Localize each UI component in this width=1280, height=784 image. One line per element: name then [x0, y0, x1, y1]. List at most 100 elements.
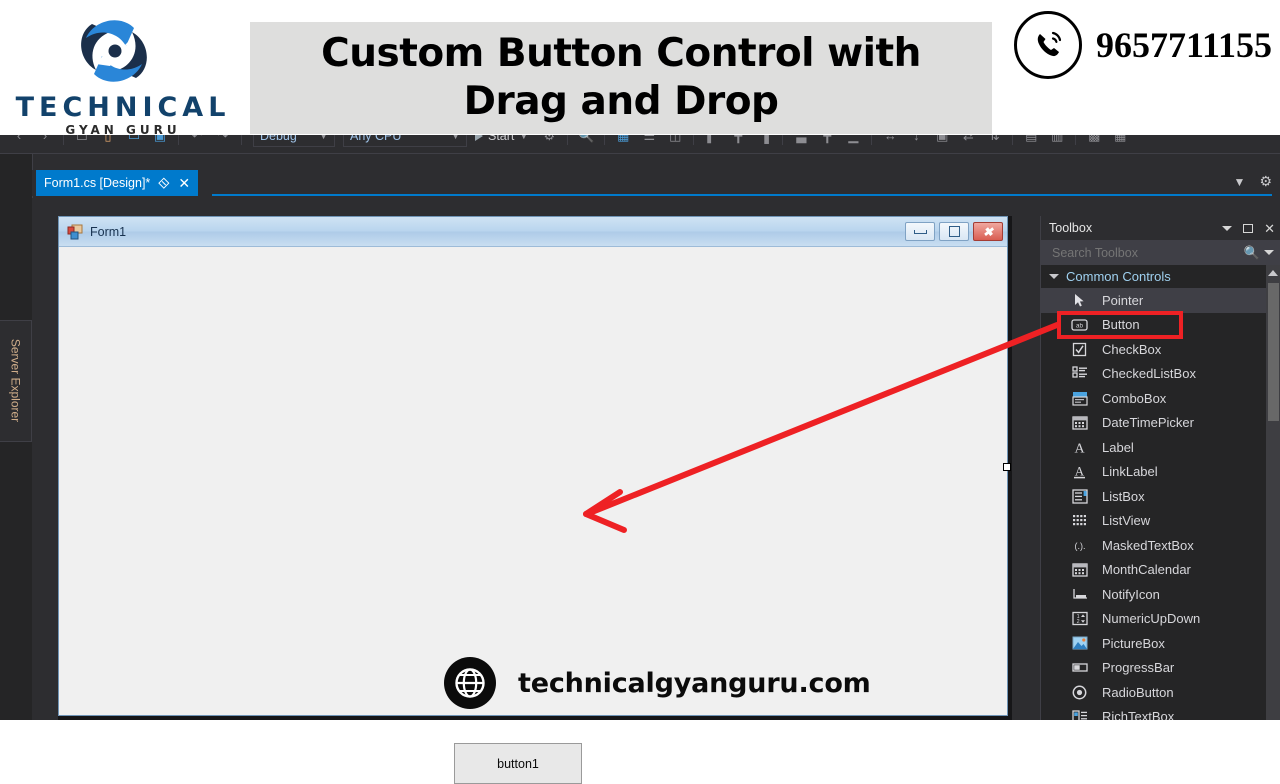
- radiobutton-icon: [1071, 684, 1088, 701]
- chevron-down-icon[interactable]: ▼: [1234, 175, 1246, 189]
- left-dock-strip: Server Explorer: [0, 154, 33, 720]
- watermark-text: technicalgyanguru.com: [518, 667, 871, 699]
- toolbox-item-label: NotifyIcon: [1102, 586, 1160, 602]
- toolbox-item-combobox[interactable]: ComboBox: [1041, 386, 1280, 411]
- combobox-icon: [1071, 390, 1088, 407]
- toolbox-item-label[interactable]: A Label: [1041, 435, 1280, 460]
- toolbox-item-numericupdown[interactable]: 1 2 NumericUpDown: [1041, 607, 1280, 632]
- toolbox-search-bar[interactable]: 🔍: [1041, 240, 1280, 265]
- maximize-icon[interactable]: [939, 222, 969, 241]
- svg-text:(.).: (.).: [1074, 541, 1085, 551]
- toolbox-scrollbar[interactable]: [1266, 265, 1280, 720]
- toolbox-item-picturebox[interactable]: PictureBox: [1041, 631, 1280, 656]
- magnifier-icon[interactable]: 🔍: [1244, 245, 1260, 261]
- editor-tabbar: Form1.cs [Design]* ⊟ ✕ ▼ ⚙: [32, 170, 1280, 196]
- phone-number: 9657711155: [1096, 25, 1273, 65]
- toolbox-item-label: ProgressBar: [1102, 660, 1175, 676]
- toolbox-item-label: MonthCalendar: [1102, 562, 1191, 578]
- toolbox-item-label: ListBox: [1102, 488, 1145, 504]
- atom-swirl-logo-icon: [66, 8, 162, 94]
- close-icon[interactable]: ✕: [178, 176, 190, 190]
- designer-surface[interactable]: Form1 ✖ button1: [32, 198, 1040, 784]
- listbox-icon: [1071, 488, 1088, 505]
- listview-icon: [1071, 512, 1088, 529]
- close-icon[interactable]: ✕: [1264, 222, 1275, 235]
- page-title: Custom Button Control with Drag and Drop: [321, 31, 921, 124]
- checkedlistbox-icon: [1071, 365, 1088, 382]
- linklabel-icon: A: [1071, 463, 1088, 480]
- tab-form1-designer[interactable]: Form1.cs [Design]* ⊟ ✕: [36, 170, 199, 196]
- sidebar-item-server-explorer[interactable]: Server Explorer: [0, 320, 32, 442]
- toolbox-item-pointer[interactable]: Pointer: [1041, 288, 1280, 313]
- brand-logo: TECHNICAL GYAN GURU: [8, 6, 238, 136]
- annotation-highlight-button: [1057, 311, 1183, 339]
- toolbox-item-label: LinkLabel: [1102, 464, 1158, 480]
- form-window-buttons: ✖: [905, 222, 1003, 241]
- toolbox-item-label: Label: [1102, 439, 1134, 455]
- svg-text:A: A: [1074, 441, 1085, 454]
- float-window-icon[interactable]: [1243, 223, 1254, 233]
- toolbox-group-common-controls[interactable]: Common Controls: [1041, 265, 1280, 288]
- toolbox-item-linklabel[interactable]: A LinkLabel: [1041, 460, 1280, 485]
- svg-text:A: A: [1075, 464, 1085, 478]
- scroll-up-icon[interactable]: [1268, 270, 1278, 276]
- form-resize-handle-right[interactable]: [1003, 463, 1011, 471]
- toolbox-header-actions: ✕: [1222, 222, 1275, 235]
- form-designer-window[interactable]: Form1 ✖ button1: [58, 216, 1011, 784]
- chevron-down-icon[interactable]: [1264, 250, 1274, 255]
- phone-call-icon: [1014, 11, 1082, 79]
- globe-icon: [444, 657, 496, 709]
- group-expand-icon: [1049, 274, 1059, 279]
- logo-wordmark: TECHNICAL: [15, 92, 231, 123]
- toolbox-item-label: DateTimePicker: [1102, 415, 1194, 431]
- toolbox-item-notifyicon[interactable]: NotifyIcon: [1041, 582, 1280, 607]
- form-client-area[interactable]: button1: [59, 247, 1007, 784]
- toolbox-panel: Toolbox ✕ 🔍 Common Controls PointerabBut…: [1040, 216, 1280, 720]
- search-input[interactable]: [1050, 244, 1234, 261]
- tab-underline: [212, 194, 1272, 196]
- toolbox-item-checkedlistbox[interactable]: CheckedListBox: [1041, 362, 1280, 387]
- scrollbar-thumb[interactable]: [1268, 283, 1279, 421]
- toolbox-item-label: NumericUpDown: [1102, 611, 1201, 627]
- toolbox-header: Toolbox ✕: [1041, 216, 1280, 240]
- form-titlebar: Form1 ✖: [59, 217, 1007, 247]
- logo-tagline: GYAN GURU: [65, 123, 181, 137]
- button1-text: button1: [497, 756, 539, 771]
- branding-band: TECHNICAL GYAN GURU Custom Button Contro…: [0, 0, 1280, 136]
- toolbox-item-label: ListView: [1102, 513, 1151, 529]
- monthcalendar-icon: [1071, 561, 1088, 578]
- toolbox-item-checkbox[interactable]: CheckBox: [1041, 337, 1280, 362]
- toolbox-item-label: PictureBox: [1102, 635, 1165, 651]
- video-title-plate: Custom Button Control with Drag and Drop: [250, 22, 992, 134]
- pin-icon[interactable]: ⊟: [156, 174, 173, 191]
- designed-button1[interactable]: button1: [454, 743, 582, 784]
- toolbox-item-progressbar[interactable]: ProgressBar: [1041, 656, 1280, 681]
- checkbox-icon: [1071, 341, 1088, 358]
- form-title-text: Form1: [90, 224, 127, 239]
- server-explorer-label: Server Explorer: [9, 338, 23, 423]
- toolbox-item-label: Pointer: [1102, 292, 1144, 308]
- chevron-down-icon[interactable]: [1222, 225, 1233, 231]
- toolbox-item-radiobutton[interactable]: RadioButton: [1041, 680, 1280, 705]
- toolbox-item-listbox[interactable]: ListBox: [1041, 484, 1280, 509]
- label-icon: A: [1071, 439, 1088, 456]
- toolbox-item-listview[interactable]: ListView: [1041, 509, 1280, 534]
- close-icon[interactable]: ✖: [973, 222, 1003, 241]
- toolbox-item-datetimepicker[interactable]: DateTimePicker: [1041, 411, 1280, 436]
- toolbox-item-label: RichTextBox: [1102, 709, 1175, 720]
- numericupdown-icon: 12: [1071, 610, 1088, 627]
- toolbox-item-monthcalendar[interactable]: MonthCalendar: [1041, 558, 1280, 583]
- toolbox-item-label: CheckedListBox: [1102, 366, 1196, 382]
- toolbox-search-actions: 🔍: [1244, 245, 1274, 261]
- maskedtextbox-icon: (.).: [1071, 537, 1088, 554]
- toolbox-item-label: ComboBox: [1102, 390, 1167, 406]
- progressbar-icon: [1071, 659, 1088, 676]
- svg-text:2: 2: [1076, 619, 1079, 625]
- toolbox-group-label: Common Controls: [1066, 269, 1171, 284]
- gear-icon[interactable]: ⚙: [1259, 173, 1272, 190]
- toolbox-item-maskedtextbox[interactable]: (.). MaskedTextBox: [1041, 533, 1280, 558]
- richtextbox-icon: [1071, 708, 1088, 720]
- picturebox-icon: [1071, 635, 1088, 652]
- toolbox-item-richtextbox[interactable]: RichTextBox: [1041, 705, 1280, 720]
- minimize-icon[interactable]: [905, 222, 935, 241]
